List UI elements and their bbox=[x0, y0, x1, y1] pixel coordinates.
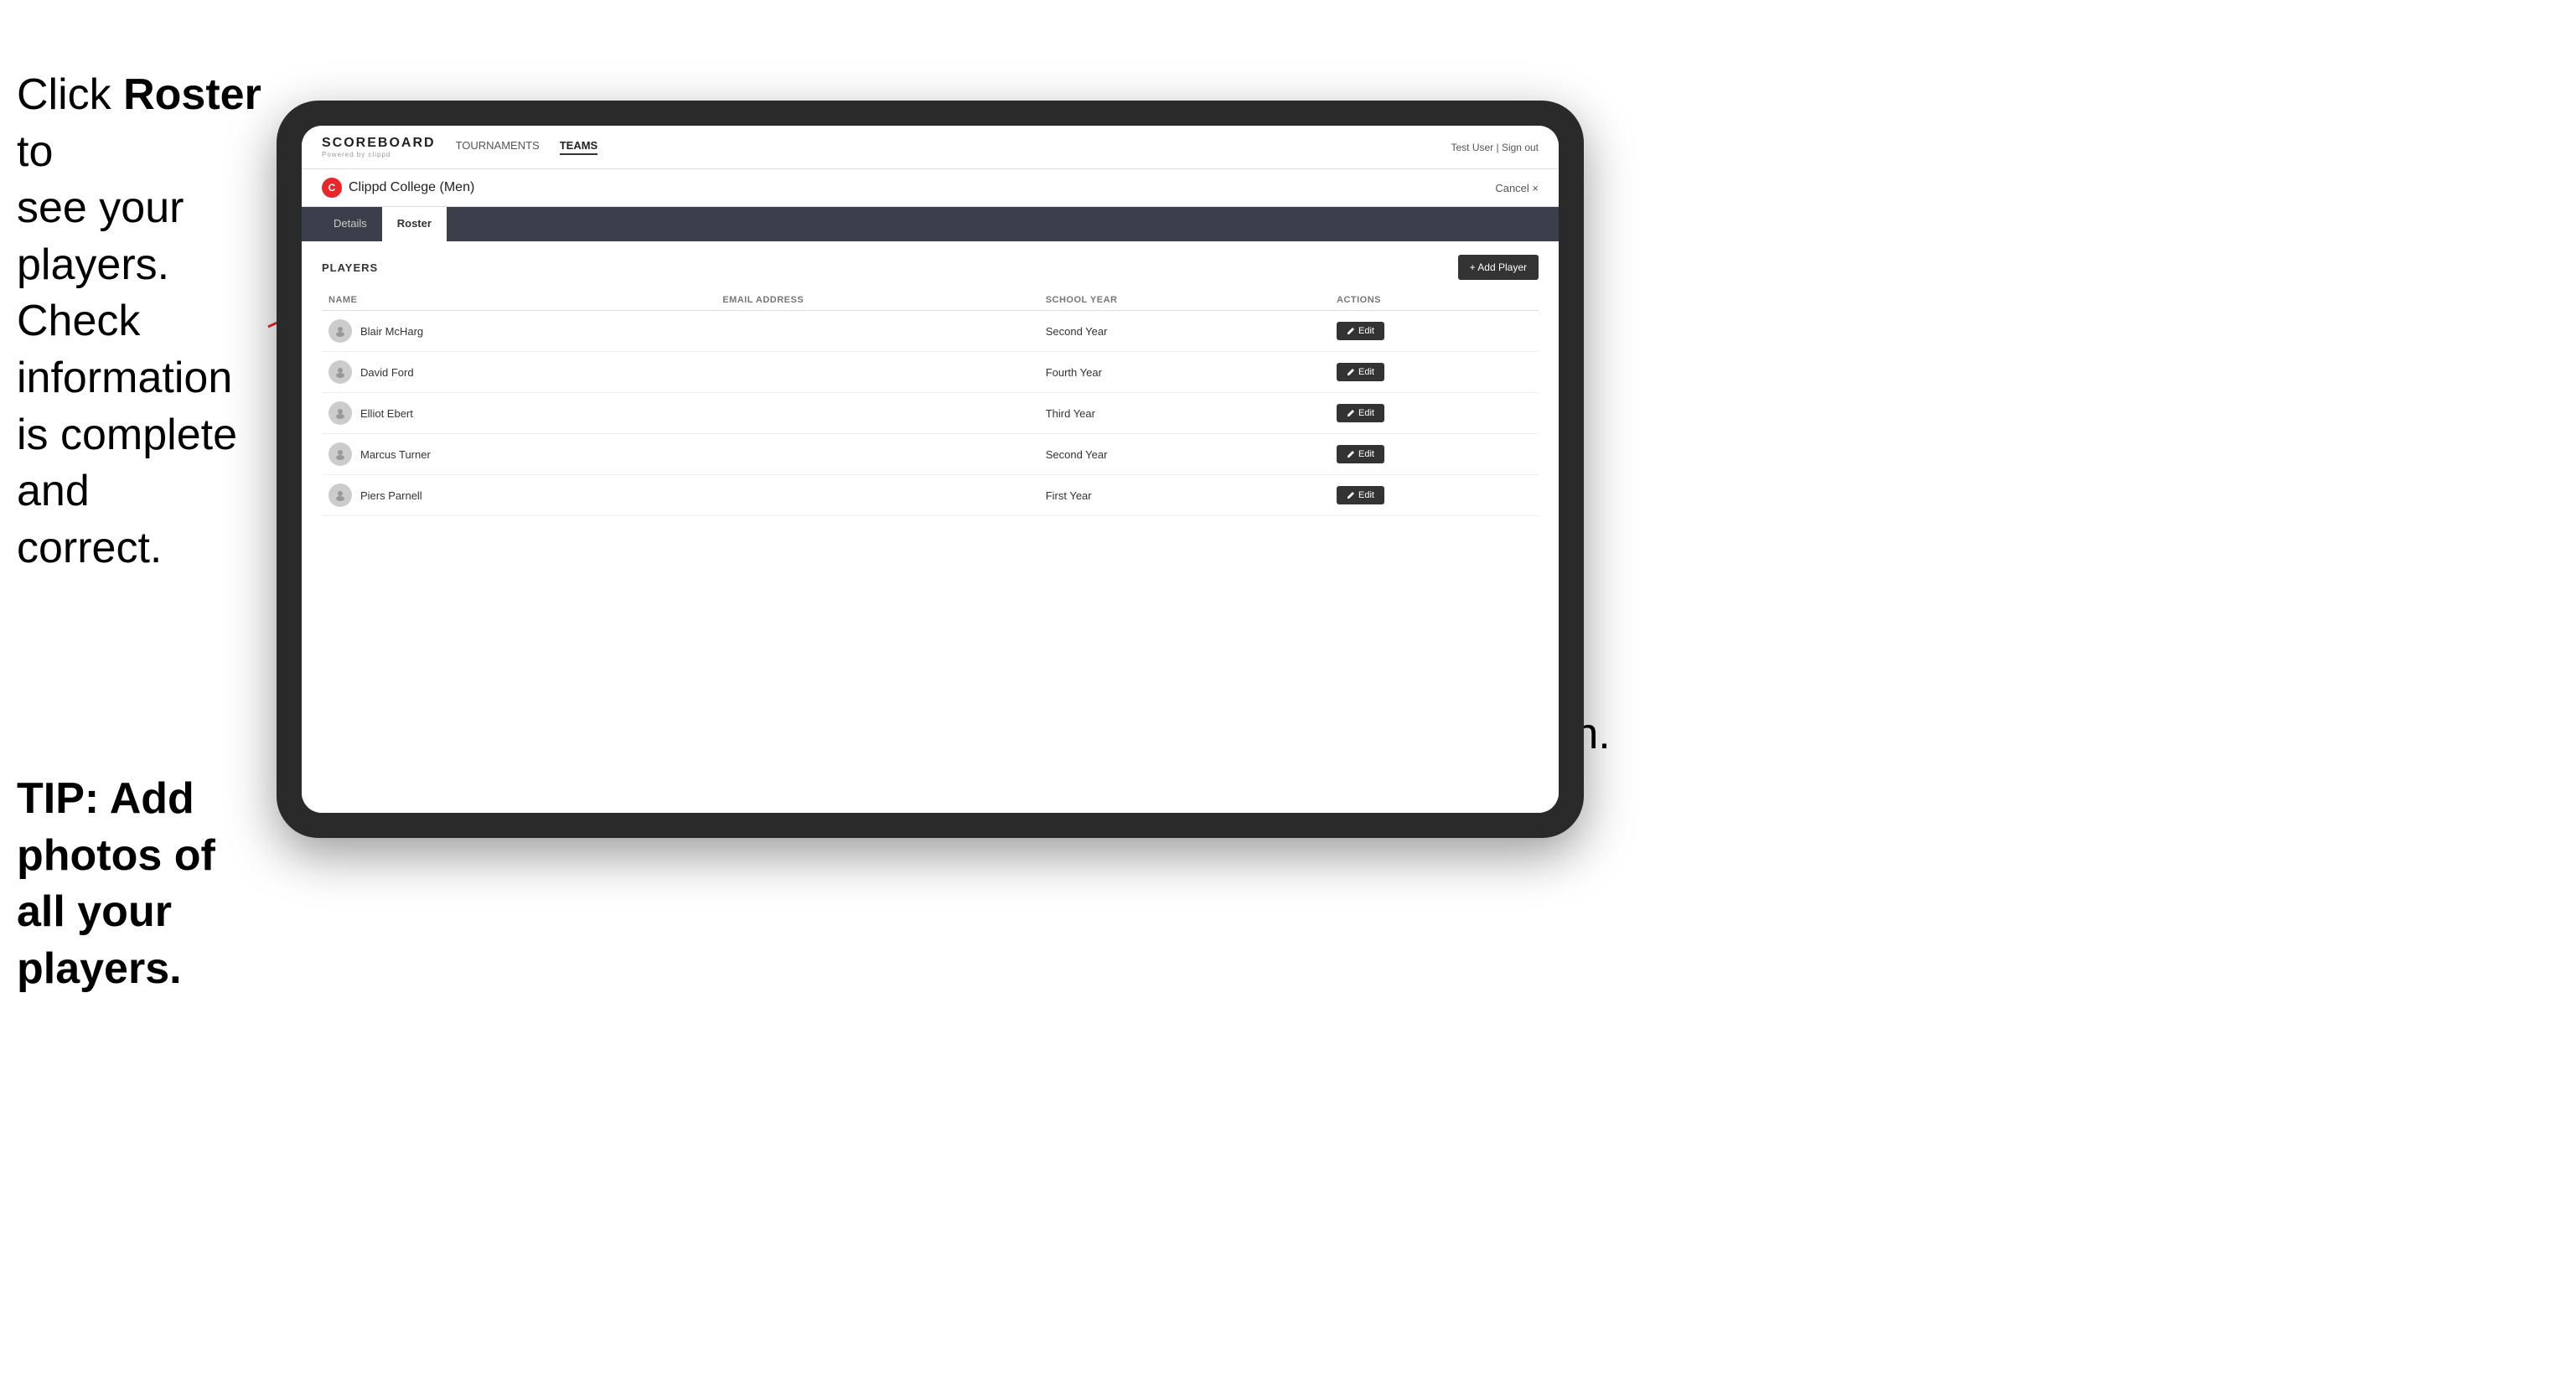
table-row: Marcus Turner Second Year Edit bbox=[322, 434, 1539, 475]
table-header-row: NAME EMAIL ADDRESS SCHOOL YEAR ACTIONS bbox=[322, 290, 1539, 311]
add-player-button[interactable]: + Add Player bbox=[1458, 255, 1539, 280]
player-avatar bbox=[328, 360, 352, 384]
edit-player-button[interactable]: Edit bbox=[1337, 445, 1384, 463]
tip-annotation: TIP: Add photos ofall your players. bbox=[17, 771, 293, 997]
player-name-cell: Piers Parnell bbox=[322, 475, 716, 516]
player-name: Blair McHarg bbox=[360, 325, 423, 338]
roster-bold: Roster bbox=[123, 70, 261, 119]
table-row: David Ford Fourth Year Edit bbox=[322, 352, 1539, 393]
tab-details[interactable]: Details bbox=[318, 207, 382, 241]
player-name-cell: Marcus Turner bbox=[322, 434, 716, 475]
app-header: SCOREBOARD Powered by clippd TOURNAMENTS… bbox=[302, 126, 1559, 169]
col-email: EMAIL ADDRESS bbox=[716, 290, 1038, 311]
player-email-cell bbox=[716, 352, 1038, 393]
player-avatar bbox=[328, 319, 352, 343]
nav-tournaments[interactable]: TOURNAMENTS bbox=[456, 139, 540, 155]
player-email-cell bbox=[716, 393, 1038, 434]
player-avatar bbox=[328, 484, 352, 507]
player-name: Elliot Ebert bbox=[360, 407, 413, 420]
player-actions-cell: Edit bbox=[1330, 393, 1539, 434]
player-actions-cell: Edit bbox=[1330, 475, 1539, 516]
user-info: Test User | Sign out bbox=[1451, 142, 1539, 153]
player-email-cell bbox=[716, 311, 1038, 352]
players-table: NAME EMAIL ADDRESS SCHOOL YEAR ACTIONS B… bbox=[322, 290, 1539, 516]
cancel-button[interactable]: Cancel × bbox=[1495, 182, 1539, 194]
content-area: PLAYERS + Add Player NAME EMAIL ADDRESS … bbox=[302, 241, 1559, 813]
edit-player-button[interactable]: Edit bbox=[1337, 363, 1384, 381]
nav-teams[interactable]: TEAMS bbox=[560, 139, 598, 155]
player-avatar bbox=[328, 401, 352, 425]
tablet-device: SCOREBOARD Powered by clippd TOURNAMENTS… bbox=[277, 101, 1584, 838]
table-row: Blair McHarg Second Year Edit bbox=[322, 311, 1539, 352]
player-name-cell: Elliot Ebert bbox=[322, 393, 716, 434]
edit-player-button[interactable]: Edit bbox=[1337, 486, 1384, 504]
logo-title: SCOREBOARD bbox=[322, 136, 436, 151]
player-name-cell: Blair McHarg bbox=[322, 311, 716, 352]
tabs-bar: Details Roster bbox=[302, 207, 1559, 241]
team-name-area: C Clippd College (Men) bbox=[322, 178, 474, 198]
player-actions-cell: Edit bbox=[1330, 434, 1539, 475]
team-header: C Clippd College (Men) Cancel × bbox=[302, 169, 1559, 207]
edit-player-button[interactable]: Edit bbox=[1337, 404, 1384, 422]
player-name-cell: David Ford bbox=[322, 352, 716, 393]
tablet-screen: SCOREBOARD Powered by clippd TOURNAMENTS… bbox=[302, 126, 1559, 813]
player-actions-cell: Edit bbox=[1330, 352, 1539, 393]
player-year-cell: Third Year bbox=[1039, 393, 1330, 434]
player-actions-cell: Edit bbox=[1330, 311, 1539, 352]
player-year-cell: Second Year bbox=[1039, 434, 1330, 475]
player-year-cell: First Year bbox=[1039, 475, 1330, 516]
left-annotation: Click Roster to see your players. Check … bbox=[17, 67, 268, 577]
players-heading: PLAYERS bbox=[322, 261, 378, 274]
header-left: SCOREBOARD Powered by clippd TOURNAMENTS… bbox=[322, 136, 597, 158]
player-avatar bbox=[328, 442, 352, 466]
player-year-cell: Fourth Year bbox=[1039, 352, 1330, 393]
team-name: Clippd College (Men) bbox=[349, 180, 474, 195]
main-nav: TOURNAMENTS TEAMS bbox=[456, 139, 598, 155]
team-icon: C bbox=[322, 178, 342, 198]
col-name: NAME bbox=[322, 290, 716, 311]
players-header: PLAYERS + Add Player bbox=[322, 255, 1539, 280]
col-actions: ACTIONS bbox=[1330, 290, 1539, 311]
player-name: Marcus Turner bbox=[360, 448, 431, 461]
col-school-year: SCHOOL YEAR bbox=[1039, 290, 1330, 311]
logo-sub: Powered by clippd bbox=[322, 151, 436, 158]
player-name: Piers Parnell bbox=[360, 489, 422, 502]
table-row: Piers Parnell First Year Edit bbox=[322, 475, 1539, 516]
player-email-cell bbox=[716, 475, 1038, 516]
player-email-cell bbox=[716, 434, 1038, 475]
edit-player-button[interactable]: Edit bbox=[1337, 322, 1384, 340]
table-row: Elliot Ebert Third Year Edit bbox=[322, 393, 1539, 434]
player-name: David Ford bbox=[360, 366, 414, 379]
player-year-cell: Second Year bbox=[1039, 311, 1330, 352]
logo-area: SCOREBOARD Powered by clippd bbox=[322, 136, 436, 158]
tab-roster[interactable]: Roster bbox=[382, 207, 447, 241]
